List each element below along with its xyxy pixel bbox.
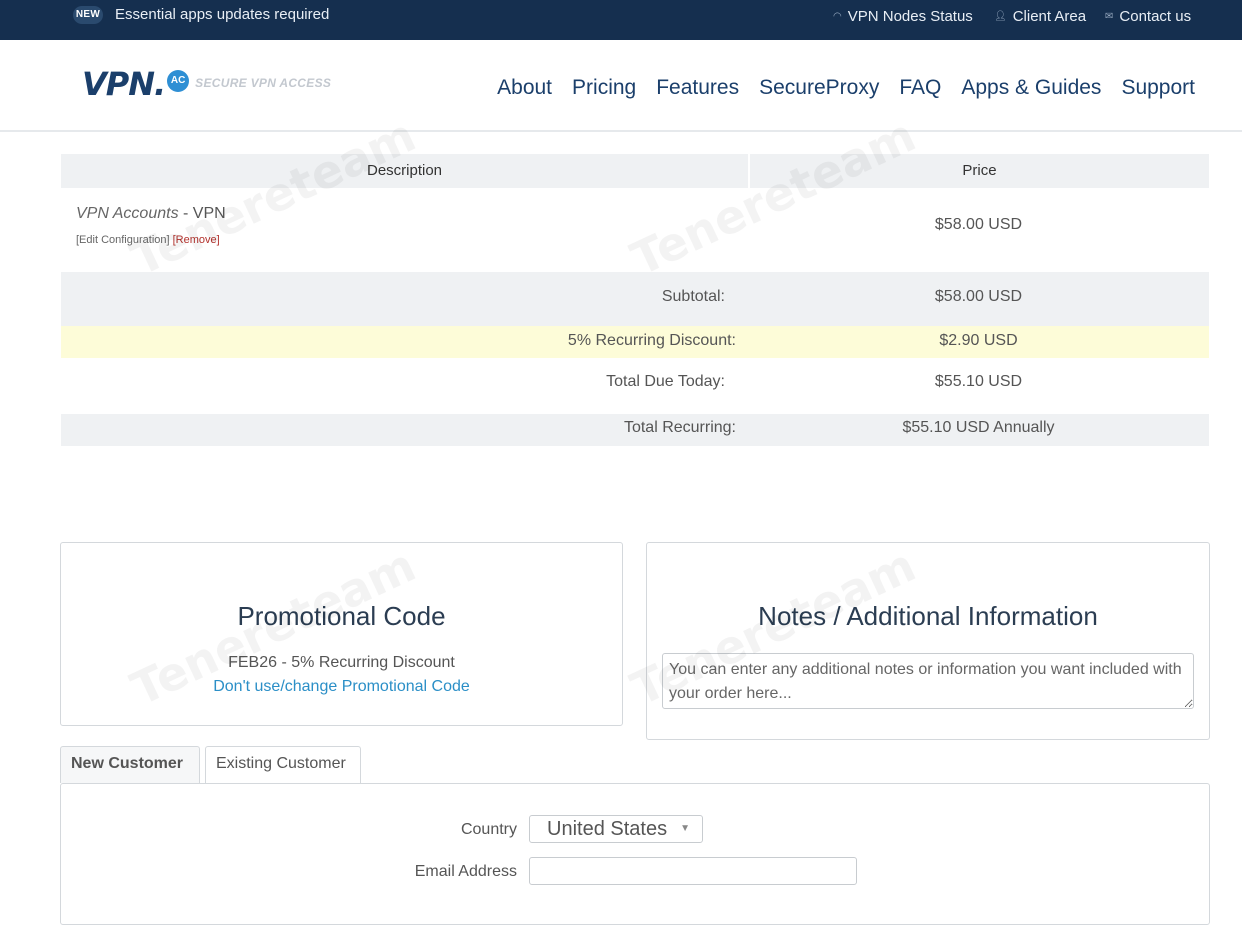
- promo-code-panel: Promotional Code FEB26 - 5% Recurring Di…: [60, 542, 623, 726]
- description-column-header: Description: [61, 154, 750, 188]
- vpn-nodes-status-link[interactable]: ◠ VPN Nodes Status: [833, 8, 973, 25]
- total-recurring-row: Total Recurring: $55.10 USD Annually: [61, 414, 1209, 446]
- total-recurring-value: $55.10 USD Annually: [902, 419, 1055, 436]
- nav-support[interactable]: Support: [1121, 76, 1195, 100]
- update-notice-link[interactable]: Essential apps updates required: [115, 6, 329, 23]
- chevron-down-icon: ▼: [680, 823, 690, 834]
- item-actions: [Edit Configuration] [Remove]: [76, 234, 220, 246]
- total-due-row: Total Due Today: $55.10 USD: [61, 358, 1209, 414]
- user-icon: 👤︎: [994, 11, 1007, 22]
- tab-new-customer[interactable]: New Customer: [60, 746, 200, 783]
- nav-features[interactable]: Features: [656, 76, 739, 100]
- price-column-header: Price: [962, 162, 997, 179]
- discount-value: $2.90 USD: [939, 332, 1018, 349]
- country-select[interactable]: United States ▼: [529, 815, 703, 843]
- product-name: VPN Accounts - VPN: [76, 205, 226, 223]
- logo-badge: AC: [167, 70, 190, 92]
- logo-wordmark: VPN.: [82, 65, 166, 103]
- notes-panel: Notes / Additional Information: [646, 542, 1210, 740]
- edit-configuration-link[interactable]: [Edit Configuration]: [76, 234, 170, 246]
- customer-form-panel: [60, 783, 1210, 925]
- client-area-label: Client Area: [1012, 8, 1087, 25]
- promo-title: Promotional Code: [237, 601, 446, 631]
- email-field[interactable]: [529, 857, 857, 885]
- new-badge: NEW: [73, 6, 103, 24]
- product-price: $58.00 USD: [934, 216, 1023, 233]
- vpn-nodes-status-label: VPN Nodes Status: [847, 8, 973, 25]
- country-value: United States: [547, 818, 668, 840]
- subtotal-value: $58.00 USD: [934, 288, 1023, 305]
- applied-promo-code: FEB26 - 5% Recurring Discount: [228, 654, 455, 671]
- total-recurring-label: Total Recurring:: [623, 419, 736, 436]
- contact-us-label: Contact us: [1119, 8, 1192, 25]
- nav-apps-guides[interactable]: Apps & Guides: [961, 76, 1101, 100]
- contact-us-link[interactable]: ✉ Contact us: [1105, 8, 1191, 25]
- total-due-value: $55.10 USD: [934, 373, 1023, 390]
- subtotal-row: Subtotal: $58.00 USD: [61, 272, 1209, 326]
- country-label: Country: [460, 821, 517, 838]
- change-promo-link[interactable]: Don't use/change Promotional Code: [61, 678, 622, 696]
- total-due-label: Total Due Today:: [606, 373, 725, 390]
- product-title: - VPN: [178, 205, 226, 222]
- envelope-icon: ✉: [1105, 11, 1114, 22]
- client-area-link[interactable]: 👤︎ Client Area: [994, 8, 1086, 25]
- nav-faq[interactable]: FAQ: [899, 76, 941, 100]
- product-category: VPN Accounts: [76, 205, 179, 222]
- discount-label: 5% Recurring Discount:: [567, 332, 736, 349]
- nav-pricing[interactable]: Pricing: [572, 76, 636, 100]
- remove-item-link[interactable]: [Remove]: [173, 234, 220, 246]
- tab-existing-customer[interactable]: Existing Customer: [205, 746, 361, 783]
- notes-title: Notes / Additional Information: [758, 601, 1098, 631]
- subtotal-label: Subtotal:: [661, 288, 725, 305]
- site-logo[interactable]: VPN. AC SECURE VPN ACCESS: [82, 64, 331, 104]
- discount-row: 5% Recurring Discount: $2.90 USD: [61, 326, 1209, 358]
- summary-header-row: Description Price: [61, 154, 1209, 188]
- signal-icon: ◠: [833, 11, 842, 22]
- notes-textarea[interactable]: [662, 653, 1194, 709]
- order-summary-table: Description Price VPN Accounts - VPN [Ed…: [61, 154, 1209, 446]
- table-row: VPN Accounts - VPN [Edit Configuration] …: [61, 188, 1209, 272]
- email-label: Email Address: [414, 863, 517, 880]
- top-bar: NEW Essential apps updates required ◠ VP…: [0, 0, 1242, 40]
- main-nav: About Pricing Features SecureProxy FAQ A…: [497, 76, 1195, 100]
- nav-secureproxy[interactable]: SecureProxy: [759, 76, 879, 100]
- site-header: VPN. AC SECURE VPN ACCESS About Pricing …: [0, 40, 1242, 132]
- nav-about[interactable]: About: [497, 76, 552, 100]
- logo-tagline: SECURE VPN ACCESS: [195, 76, 332, 90]
